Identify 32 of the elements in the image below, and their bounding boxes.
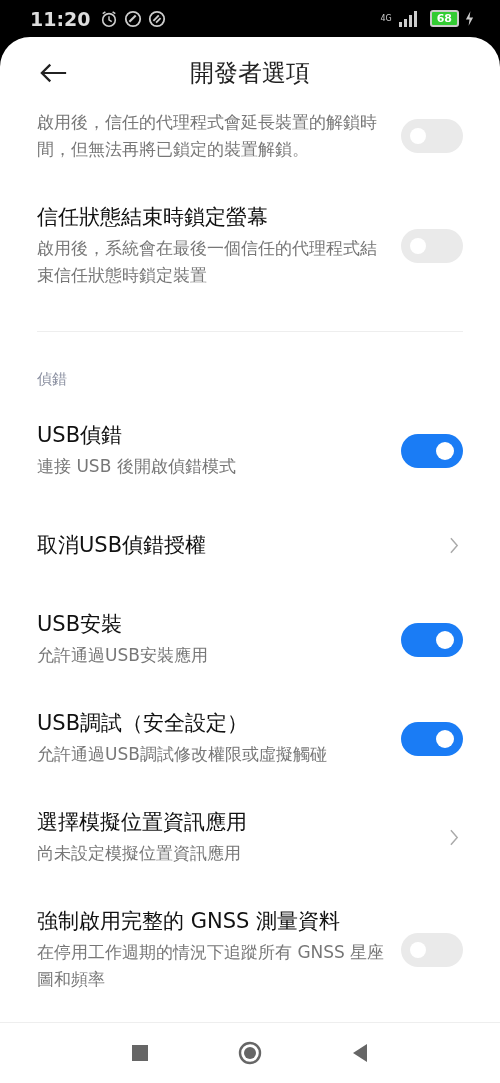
setting-title: USB偵錯 (37, 422, 124, 449)
setting-description: 允許通過USB安裝應用 (37, 644, 209, 667)
app-icon (148, 9, 167, 28)
setting-title: USB安裝 (37, 611, 124, 638)
toggle-switch[interactable] (401, 622, 463, 657)
setting-title: 選擇模擬位置資訊應用 (37, 809, 248, 836)
setting-description: 尚未設定模擬位置資訊應用 (37, 842, 242, 865)
charging-icon (465, 11, 474, 26)
setting-title: 強制啟用完整的 GNSS 測量資料 (37, 908, 341, 935)
toggle-switch[interactable] (401, 721, 463, 756)
setting-title: 信任狀態結束時鎖定螢幕 (37, 204, 269, 231)
chevron-icon[interactable] (450, 536, 459, 554)
setting-description: 啟用後，系統會在最後一個信任的代理程式結束信任狀態時鎖定裝置 (37, 237, 378, 287)
network-label: 4G (380, 14, 392, 23)
toggle-switch[interactable] (401, 433, 463, 468)
page-title: 開發者選項 (190, 58, 310, 89)
back-arrow-icon[interactable] (40, 63, 68, 83)
signal-icon (397, 10, 418, 27)
back-icon[interactable] (352, 1044, 368, 1062)
setting-description: 在停用工作週期的情況下追蹤所有 GNSS 星座圖和頻率 (37, 941, 386, 991)
battery-indicator: 68 (429, 10, 459, 27)
alarm-icon (100, 9, 119, 28)
section-header: 偵錯 (36, 369, 68, 390)
setting-description: 允許通過USB調試修改權限或虛擬觸碰 (37, 743, 328, 766)
home-icon[interactable] (238, 1041, 262, 1065)
app-icon (124, 9, 143, 28)
setting-description: 連接 USB 後開啟偵錯模式 (37, 455, 237, 478)
setting-title: 取消USB偵錯授權 (37, 532, 208, 559)
status-time: 11:20 (30, 7, 91, 30)
chevron-icon[interactable] (450, 829, 459, 846)
setting-title: USB調試（安全設定） (37, 710, 250, 737)
setting-description: 啟用後，信任的代理程式會延長裝置的解鎖時間，但無法再將已鎖定的裝置解鎖。 (37, 111, 378, 161)
